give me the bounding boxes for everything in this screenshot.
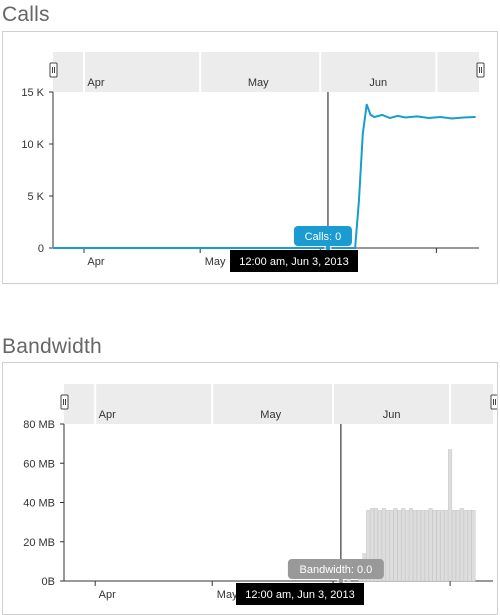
bandwidth-chart-panel: AprMayJun0B20 MB40 MB60 MB80 MBAprMayJun… (2, 362, 498, 615)
handle-grip-icon (60, 394, 69, 410)
data-point (319, 247, 322, 249)
data-point (373, 116, 376, 118)
navigator-label: May (260, 409, 281, 421)
navigator-label: Apr (87, 77, 104, 89)
bandwidth-bar (440, 510, 445, 582)
data-point (416, 115, 418, 118)
bandwidth-bar (459, 508, 464, 582)
data-point (404, 116, 407, 119)
bandwidth-bar (444, 510, 449, 582)
navigator-left-handle[interactable] (49, 62, 58, 78)
navigator-label: Jun (369, 77, 387, 89)
bandwidth-chart: AprMayJun0B20 MB40 MB60 MB80 MBAprMayJun… (23, 384, 497, 605)
bandwidth-bar (463, 510, 468, 582)
data-point (52, 247, 54, 249)
bandwidth-bar (424, 510, 429, 582)
data-point (451, 117, 453, 120)
date-tooltip-text: 12:00 am, Jun 3, 2013 (245, 589, 354, 601)
bandwidth-bar (420, 510, 425, 582)
y-tick-label: 60 MB (23, 458, 55, 470)
calls-section-title: Calls (2, 3, 50, 26)
navigator-label: Apr (99, 409, 116, 421)
bandwidth-bar (409, 508, 414, 582)
y-tick-label: 40 MB (23, 498, 55, 510)
data-point (439, 116, 442, 118)
bandwidth-bar (389, 510, 394, 582)
bandwidth-bar (393, 508, 398, 582)
value-tooltip-text: Bandwidth: 0.0 (300, 564, 373, 576)
bandwidth-bar (401, 508, 406, 582)
y-tick-label: 20 MB (23, 537, 55, 549)
bandwidth-bar (448, 449, 453, 582)
data-point (381, 114, 383, 116)
x-tick-label: May (205, 256, 226, 268)
x-tick-label: May (217, 589, 238, 601)
data-point (389, 117, 391, 119)
value-tooltip-text: Calls: 0 (305, 231, 342, 243)
bandwidth-bar (455, 510, 460, 582)
y-tick-label: 0 (38, 243, 44, 255)
navigator-right-handle[interactable] (476, 62, 485, 78)
value-tooltip: Bandwidth: 0.0 (287, 559, 384, 579)
y-tick-label: 80 MB (23, 419, 55, 431)
data-point (350, 247, 353, 249)
data-point (358, 200, 360, 202)
navigator-right-handle[interactable] (490, 394, 497, 410)
x-tick-label: Apr (87, 256, 104, 268)
bandwidth-bar (385, 510, 390, 582)
bandwidth-bar (471, 510, 476, 582)
navigator-label: Jun (383, 409, 401, 421)
bandwidth-bar (436, 510, 441, 582)
data-point (427, 117, 430, 119)
handle-grip-icon (49, 62, 58, 78)
data-point (462, 116, 465, 119)
data-point (474, 116, 476, 118)
bandwidth-bar (432, 510, 437, 582)
data-point (365, 103, 368, 106)
data-point (396, 115, 399, 117)
bandwidth-bar (405, 510, 410, 582)
y-tick-label: 5 K (27, 191, 44, 203)
data-point (199, 247, 201, 249)
data-point (369, 114, 372, 116)
handle-grip-icon (476, 62, 485, 78)
navigator-left-handle[interactable] (60, 394, 69, 410)
bandwidth-bar (416, 510, 421, 582)
date-tooltip: 12:00 am, Jun 3, 2013 (236, 583, 364, 605)
x-tick-label: Apr (99, 589, 116, 601)
data-point (362, 132, 364, 135)
data-point (354, 247, 356, 249)
bandwidth-bar (451, 510, 457, 582)
y-tick-label: 10 K (21, 139, 44, 151)
value-tooltip: Calls: 0 (293, 226, 352, 246)
date-tooltip-text: 12:00 am, Jun 3, 2013 (239, 256, 348, 268)
bandwidth-section-title: Bandwidth (2, 335, 102, 358)
calls-chart-panel: AprMayJun05 K10 K15 KAprMayJunCalls: 012… (2, 31, 498, 284)
navigator-label: May (248, 77, 269, 89)
calls-chart: AprMayJun05 K10 K15 KAprMayJunCalls: 012… (21, 52, 485, 272)
data-point (118, 247, 120, 249)
bandwidth-bar (467, 510, 472, 582)
data-point (342, 247, 345, 249)
y-tick-label: 15 K (21, 87, 44, 99)
bandwidth-bar (412, 510, 418, 582)
series-line-calls (53, 104, 476, 249)
date-tooltip: 12:00 am, Jun 3, 2013 (230, 250, 358, 272)
data-point (272, 247, 275, 249)
bandwidth-bar (358, 578, 363, 582)
bandwidth-bar (397, 510, 402, 582)
y-tick-label: 0B (42, 576, 55, 588)
bandwidth-bar (428, 508, 433, 582)
